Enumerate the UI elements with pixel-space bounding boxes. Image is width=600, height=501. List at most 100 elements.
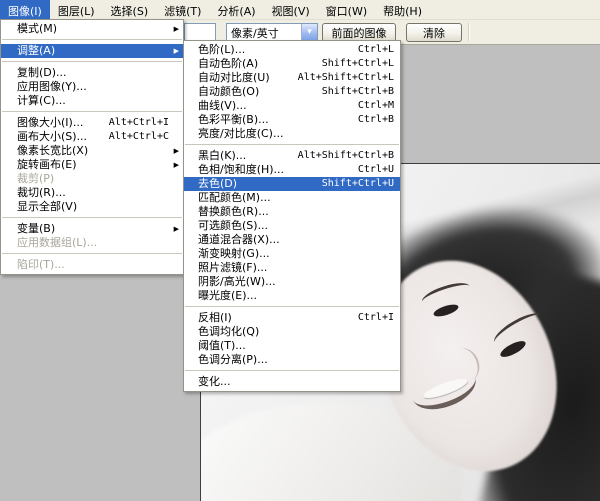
menu-item-label: 去色(D): [198, 177, 237, 191]
menu-item-shortcut: Alt+Ctrl+C: [109, 130, 177, 144]
menu-item-label: 像素长宽比(X): [17, 144, 88, 158]
menu-item-label: 色调分离(P)...: [198, 353, 268, 367]
menu-separator: [2, 111, 182, 113]
menu-item-shortcut: Shift+Ctrl+U: [322, 177, 394, 191]
menubar-item-view[interactable]: 视图(V): [264, 0, 318, 19]
chevron-down-icon[interactable]: ▾: [301, 24, 317, 40]
menu-item-label: 阴影/高光(W)...: [198, 275, 276, 289]
menu-item-adjustments[interactable]: 调整(A) ▶: [1, 44, 183, 58]
adjustments-submenu: 色阶(L)...Ctrl+L自动色阶(A)Shift+Ctrl+L自动对比度(U…: [183, 40, 401, 392]
menu-item-replace-color[interactable]: 替换颜色(R)...: [184, 205, 400, 219]
menu-item-calculations[interactable]: 计算(C)...: [1, 94, 183, 108]
menu-item-shortcut: Ctrl+I: [358, 311, 394, 325]
submenu-arrow-icon: ▶: [174, 158, 179, 172]
submenu-arrow-icon: ▶: [174, 144, 179, 158]
menu-item-equalize[interactable]: 色调均化(Q): [184, 325, 400, 339]
menu-item-label: 替换颜色(R)...: [198, 205, 269, 219]
crop-resolution-input[interactable]: [184, 23, 216, 41]
clear-button[interactable]: 清除: [406, 23, 462, 42]
menu-item-label: 显示全部(V): [17, 200, 77, 214]
menu-item-pixel-aspect-ratio[interactable]: 像素长宽比(X) ▶: [1, 144, 183, 158]
menu-item-match-color[interactable]: 匹配颜色(M)...: [184, 191, 400, 205]
menubar-item-select[interactable]: 选择(S): [103, 0, 157, 19]
menu-item-selective-color[interactable]: 可选颜色(S)...: [184, 219, 400, 233]
menu-item-variations[interactable]: 变化...: [184, 375, 400, 389]
menu-item-label: 变化...: [198, 375, 231, 389]
menu-item-label: 旋转画布(E): [17, 158, 77, 172]
menu-item-channel-mixer[interactable]: 通道混合器(X)...: [184, 233, 400, 247]
unit-select-value: 像素/英寸: [231, 25, 279, 41]
menu-separator: [2, 39, 182, 41]
menu-item-auto-contrast[interactable]: 自动对比度(U)Alt+Shift+Ctrl+L: [184, 71, 400, 85]
menubar-item-layer[interactable]: 图层(L): [50, 0, 103, 19]
menu-item-shortcut: Alt+Ctrl+I: [109, 116, 177, 130]
menubar-item-help[interactable]: 帮助(H): [375, 0, 430, 19]
menu-item-shadow-highlight[interactable]: 阴影/高光(W)...: [184, 275, 400, 289]
menu-item-label: 裁剪(P): [17, 172, 54, 186]
menu-item-label: 模式(M): [17, 22, 57, 36]
menu-item-shortcut: Ctrl+U: [358, 163, 394, 177]
menu-item-auto-color[interactable]: 自动颜色(O)Shift+Ctrl+B: [184, 85, 400, 99]
menubar-item-analysis[interactable]: 分析(A): [209, 0, 263, 19]
menu-item-label: 应用图像(Y)...: [17, 80, 87, 94]
menu-item-label: 自动对比度(U): [198, 71, 270, 85]
menu-item-shortcut: Alt+Shift+Ctrl+B: [298, 149, 394, 163]
menu-separator: [185, 144, 399, 146]
menu-item-hue-saturation[interactable]: 色相/饱和度(H)... Ctrl+U: [184, 163, 400, 177]
menu-item-label: 自动颜色(O): [198, 85, 259, 99]
menubar-item-window[interactable]: 窗口(W): [318, 0, 375, 19]
menu-item-label: 曲线(V)...: [198, 99, 247, 113]
menu-item-apply-data-set: 应用数据组(L)...: [1, 236, 183, 250]
menu-item-label: 自动色阶(A): [198, 57, 258, 71]
menu-item-shortcut: Shift+Ctrl+L: [322, 57, 394, 71]
menu-item-label: 黑白(K)...: [198, 149, 246, 163]
submenu-arrow-icon: ▶: [174, 44, 179, 58]
menu-item-levels[interactable]: 色阶(L)...Ctrl+L: [184, 43, 400, 57]
menu-item-brightness-contrast[interactable]: 亮度/对比度(C)...: [184, 127, 400, 141]
menu-item-shortcut: Ctrl+M: [358, 99, 394, 113]
menu-item-label: 通道混合器(X)...: [198, 233, 280, 247]
menu-item-reveal-all[interactable]: 显示全部(V): [1, 200, 183, 214]
menu-separator: [185, 370, 399, 372]
menu-item-label: 色相/饱和度(H)...: [198, 163, 284, 177]
menu-item-posterize[interactable]: 色调分离(P)...: [184, 353, 400, 367]
menu-item-threshold[interactable]: 阈值(T)...: [184, 339, 400, 353]
menu-item-label: 可选颜色(S)...: [198, 219, 268, 233]
menubar-item-image[interactable]: 图像(I): [0, 0, 50, 19]
image-menu: 模式(M) ▶ 调整(A) ▶ 复制(D)...应用图像(Y)...计算(C)... 图像…: [0, 19, 184, 275]
menu-item-black-white[interactable]: 黑白(K)... Alt+Shift+Ctrl+B: [184, 149, 400, 163]
menu-separator: [2, 61, 182, 63]
menu-item-shortcut: Ctrl+B: [358, 113, 394, 127]
menu-item-color-balance[interactable]: 色彩平衡(B)... Ctrl+B: [184, 113, 400, 127]
menu-item-label: 调整(A): [17, 44, 55, 58]
menu-item-canvas-size[interactable]: 画布大小(S)... Alt+Ctrl+C: [1, 130, 183, 144]
menu-item-label: 复制(D)...: [17, 66, 67, 80]
menu-item-duplicate[interactable]: 复制(D)...: [1, 66, 183, 80]
menu-item-label: 亮度/对比度(C)...: [198, 127, 283, 141]
menu-item-auto-levels[interactable]: 自动色阶(A) Shift+Ctrl+L: [184, 57, 400, 71]
menu-item-trim[interactable]: 裁切(R)...: [1, 186, 183, 200]
menu-item-label: 反相(I): [198, 311, 232, 325]
menu-item-variables[interactable]: 变量(B)▶: [1, 222, 183, 236]
menu-item-label: 色调均化(Q): [198, 325, 259, 339]
options-bar-separator: [468, 23, 470, 41]
menu-item-label: 画布大小(S)...: [17, 130, 87, 144]
menu-item-label: 色彩平衡(B)...: [198, 113, 269, 127]
menu-separator: [185, 306, 399, 308]
menubar-item-filter[interactable]: 滤镜(T): [156, 0, 209, 19]
menu-item-desaturate[interactable]: 去色(D) Shift+Ctrl+U: [184, 177, 400, 191]
menu-item-apply-image[interactable]: 应用图像(Y)...: [1, 80, 183, 94]
submenu-arrow-icon: ▶: [174, 22, 179, 36]
unit-select[interactable]: 像素/英寸 ▾: [226, 23, 318, 41]
menu-item-exposure[interactable]: 曝光度(E)...: [184, 289, 400, 303]
menu-item-shortcut: Ctrl+L: [358, 43, 394, 57]
menu-item-photo-filter[interactable]: 照片滤镜(F)...: [184, 261, 400, 275]
menu-item-mode[interactable]: 模式(M) ▶: [1, 22, 183, 36]
menu-item-label: 裁切(R)...: [17, 186, 66, 200]
menu-item-invert[interactable]: 反相(I) Ctrl+I: [184, 311, 400, 325]
menu-item-image-size[interactable]: 图像大小(I)...Alt+Ctrl+I: [1, 116, 183, 130]
menu-item-label: 应用数据组(L)...: [17, 236, 97, 250]
menu-item-rotate-canvas[interactable]: 旋转画布(E) ▶: [1, 158, 183, 172]
menu-item-curves[interactable]: 曲线(V)... Ctrl+M: [184, 99, 400, 113]
menu-item-gradient-map[interactable]: 渐变映射(G)...: [184, 247, 400, 261]
